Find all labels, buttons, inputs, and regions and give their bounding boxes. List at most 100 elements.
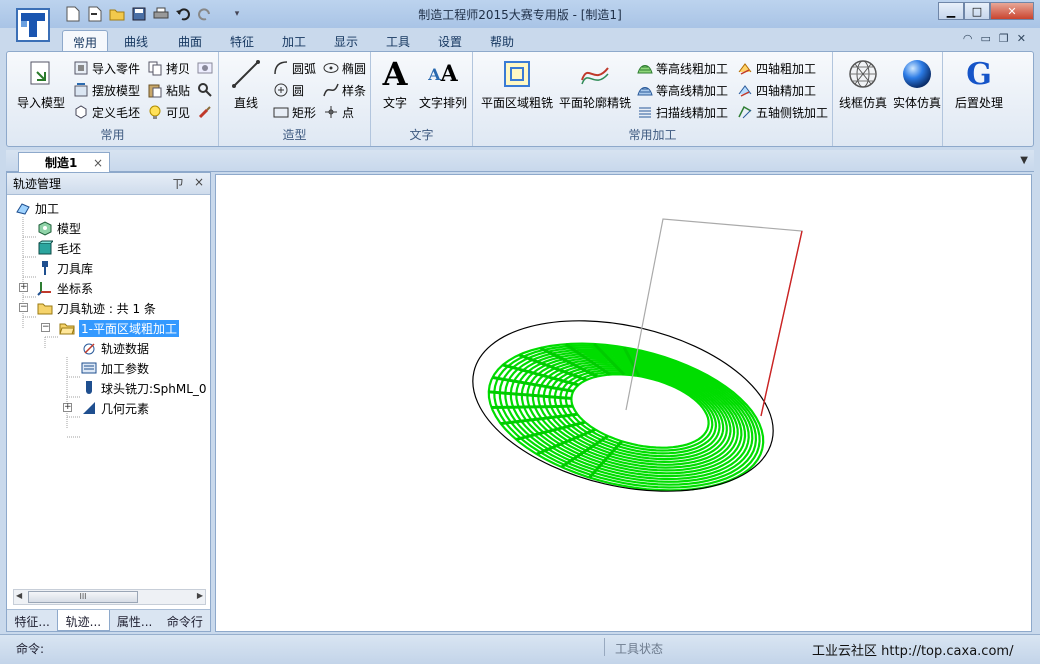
expand-geometry-icon[interactable]: +: [63, 403, 72, 412]
wireframe-sim-button[interactable]: 线框仿真: [837, 56, 889, 111]
import-part-button[interactable]: 导入零件: [73, 58, 140, 78]
contour-finish-button[interactable]: 等高线精加工: [637, 80, 728, 100]
tab-help[interactable]: 帮助: [482, 30, 522, 52]
line-label: 直线: [233, 96, 258, 110]
stock-icon: [37, 240, 53, 256]
tree-label-geometry: 几何元素: [101, 401, 150, 416]
zoom-button[interactable]: [197, 80, 213, 100]
panel-close-icon[interactable]: ×: [194, 175, 204, 192]
ellipse-label: 椭圆: [342, 61, 367, 76]
rectangle-button[interactable]: 矩形: [273, 102, 316, 122]
plane-contour-finish-button[interactable]: 平面轮廓精铣: [557, 56, 633, 111]
copy-button[interactable]: 拷贝: [147, 58, 190, 78]
contour-rough-button[interactable]: 等高线粗加工: [637, 58, 728, 78]
circle-button[interactable]: 圆: [273, 80, 304, 100]
plane-contour-finish-label: 平面轮廓精铣: [558, 96, 631, 110]
doc-restore-icon[interactable]: ❐: [999, 32, 1009, 45]
tree-node-tool[interactable]: 球头铣刀:SphML_0: [81, 378, 207, 398]
group-machining: 平面区域粗铣 平面轮廓精铣 等高线粗加工 等高线精加工 扫描线精加工 四轴粗加工…: [473, 52, 833, 146]
graphics-viewport[interactable]: [215, 174, 1032, 632]
four-axis-rough-label: 四轴粗加工: [756, 61, 817, 76]
place-model-button[interactable]: 摆放模型: [73, 80, 140, 100]
text-arrange-button[interactable]: AA 文字排列: [417, 56, 469, 111]
coordinate-axes-icon: [37, 280, 53, 296]
brush-button[interactable]: [197, 102, 213, 122]
minimize-button[interactable]: ▁: [938, 2, 964, 20]
circle-label: 圆: [292, 83, 305, 98]
ellipse-button[interactable]: 椭圆: [323, 58, 366, 78]
tab-surface[interactable]: 曲面: [170, 30, 210, 52]
scroll-left-icon[interactable]: ◀: [16, 591, 22, 600]
panel-tab-command[interactable]: 命令行: [160, 610, 210, 631]
tab-machining[interactable]: 加工: [274, 30, 314, 52]
tree-node-machining[interactable]: 加工: [15, 198, 59, 218]
doc-close-icon[interactable]: ✕: [1017, 32, 1026, 45]
document-tab[interactable]: 制造1 ×: [18, 152, 110, 172]
status-bar: 命令: 工具状态 工业云社区 http://top.caxa.com/: [0, 634, 1040, 664]
tree-node-tool-library[interactable]: 刀具库: [37, 258, 93, 278]
tree-node-geometry[interactable]: 几何元素: [81, 398, 149, 418]
tab-curve[interactable]: 曲线: [116, 30, 156, 52]
command-prompt[interactable]: 命令:: [16, 640, 44, 657]
plane-area-icon: [499, 56, 535, 92]
contour-rough-label: 等高线粗加工: [656, 61, 729, 76]
tree-node-model[interactable]: 模型: [37, 218, 81, 238]
tab-display[interactable]: 显示: [326, 30, 366, 52]
import-model-button[interactable]: 导入模型: [11, 56, 71, 111]
four-axis-finish-button[interactable]: 四轴精加工: [737, 80, 816, 100]
tab-feature[interactable]: 特征: [222, 30, 262, 52]
point-label: 点: [342, 105, 355, 120]
line-button[interactable]: 直线: [225, 56, 267, 111]
tree-node-coordinate[interactable]: 坐标系: [37, 278, 93, 298]
five-axis-side-button[interactable]: 五轴侧铣加工: [737, 102, 828, 122]
tab-settings[interactable]: 设置: [430, 30, 470, 52]
panel-tab-feature[interactable]: 特征...: [7, 610, 57, 631]
close-button[interactable]: ✕: [990, 2, 1034, 20]
tree-node-toolpath[interactable]: 刀具轨迹 : 共 1 条: [37, 298, 156, 318]
paste-button[interactable]: 粘贴: [147, 80, 190, 100]
tree-horizontal-scrollbar[interactable]: ◀ III ▶: [13, 589, 206, 605]
tab-tools[interactable]: 工具: [378, 30, 418, 52]
expand-coordinate-icon[interactable]: +: [19, 283, 28, 292]
scroll-thumb[interactable]: III: [28, 591, 138, 603]
visible-button[interactable]: 可见: [147, 102, 190, 122]
tool-feed-line: [760, 230, 803, 417]
solid-sim-button[interactable]: 实体仿真: [891, 56, 943, 111]
point-button[interactable]: 点: [323, 102, 354, 122]
app-logo[interactable]: [16, 8, 50, 42]
document-tab-close-icon[interactable]: ×: [93, 156, 103, 170]
plane-area-rough-button[interactable]: 平面区域粗铣: [479, 56, 555, 111]
panel-tab-properties[interactable]: 属性...: [110, 610, 160, 631]
bulb-icon: [147, 104, 163, 120]
scan-finish-button[interactable]: 扫描线精加工: [637, 102, 728, 122]
tree-node-path-data[interactable]: 轨迹数据: [81, 338, 149, 358]
post-process-button[interactable]: G 后置处理: [949, 56, 1009, 111]
panel-tab-toolpath[interactable]: 轨迹...: [57, 610, 110, 631]
text-arrange-label: 文字排列: [418, 96, 467, 110]
group-text-label: 文字: [409, 128, 434, 142]
view-toggle-button[interactable]: [197, 58, 213, 78]
collapse-toolpath-icon[interactable]: −: [19, 303, 28, 312]
geometry-triangle-icon: [81, 400, 97, 416]
text-label: 文字: [382, 96, 407, 110]
tree-node-stock[interactable]: 毛坯: [37, 238, 81, 258]
document-tab-bar: 制造1 × ▼: [6, 150, 1034, 172]
spline-label: 样条: [342, 83, 367, 98]
spline-button[interactable]: 样条: [323, 80, 366, 100]
tab-list-dropdown-icon[interactable]: ▼: [1020, 155, 1028, 166]
tree-label-tool: 球头铣刀:SphML_0: [101, 381, 207, 396]
pin-icon[interactable]: ㄗ: [172, 175, 184, 192]
solid-sphere-icon: [899, 56, 935, 92]
tree-node-op1[interactable]: 1-平面区域粗加工: [59, 318, 179, 338]
collapse-ribbon-icon[interactable]: ◠: [963, 32, 973, 45]
scroll-right-icon[interactable]: ▶: [197, 591, 203, 600]
define-stock-button[interactable]: 定义毛坯: [73, 102, 140, 122]
collapse-op1-icon[interactable]: −: [41, 323, 50, 332]
tree-node-params[interactable]: 加工参数: [81, 358, 149, 378]
four-axis-rough-button[interactable]: 四轴粗加工: [737, 58, 816, 78]
arc-button[interactable]: 圆弧: [273, 58, 316, 78]
tab-common[interactable]: 常用: [62, 30, 108, 52]
text-button[interactable]: A 文字: [375, 55, 415, 111]
maximize-button[interactable]: □: [964, 2, 990, 20]
doc-minimize-icon[interactable]: ▭: [981, 32, 991, 45]
